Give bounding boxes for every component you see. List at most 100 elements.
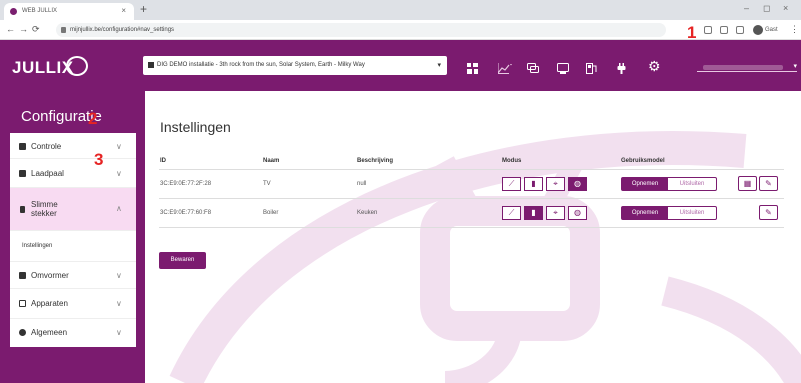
mode-plug-icon[interactable]: ▮ [524,206,543,220]
maximize-button[interactable]: ◻ [763,3,770,14]
chevron-down-icon: ∨ [116,328,122,337]
mode-chart-icon[interactable]: ⟋ [502,177,521,191]
logo: JULLIX [12,58,74,77]
address-bar: ← → ⟳ mijnjullix.be/configuration#nav_se… [0,20,801,40]
minimize-button[interactable]: – [744,3,749,13]
plug-icon[interactable] [617,63,626,77]
sidebar-item-label: Laadpaal [31,169,64,178]
gear-icon[interactable]: ⚙ [648,59,661,73]
chevron-up-icon: ∧ [116,204,122,213]
annotation-marker-1: 1 [687,23,697,42]
row-description: null [357,181,367,187]
sidebar-item-label: Controle [31,142,62,151]
mode-plug-icon[interactable]: ▮ [524,177,543,191]
gear-icon [19,329,26,336]
user-select[interactable]: ▾ [697,63,797,72]
extension-icon[interactable] [704,26,712,34]
row-id: 3C:E9:0E:77:2F:28 [160,181,212,187]
sidebar-item-apparaten[interactable]: Apparaten ∨ [10,289,136,319]
table-header-divider [159,169,784,170]
chevron-down-icon: ∨ [116,169,122,178]
sidebar: Configuratie Controle ∨ Laadpaal ∨ Slimm… [0,91,145,383]
mode-schedule-icon[interactable]: ⌖ [546,206,565,220]
charger-icon [19,170,26,177]
home-icon [148,62,154,68]
usage-off-button[interactable]: Uitsluiten [668,178,716,190]
profile-label: Gast [765,27,778,33]
browser-tab[interactable]: WEB JULLIX × [4,3,134,20]
logo-mark-icon [66,56,88,76]
mode-toggle-group: ⟋ ▮ ⌖ ◍ [502,177,602,191]
row-name: Boiler [263,210,279,216]
sidebar-subitem-instellingen[interactable]: Instellingen [10,231,136,262]
url-field[interactable]: mijnjullix.be/configuration#nav_settings [56,23,666,37]
location-select[interactable]: DIG DEMO installatie - 3th rock from the… [143,56,447,75]
sidebar-menu: Controle ∨ Laadpaal ∨ Slimme stekker ∧ I… [10,133,136,347]
row-divider [159,198,784,199]
user-name-redacted [703,65,783,70]
sidebar-item-controle[interactable]: Controle ∨ [10,133,136,159]
sidebar-subitem-label: Instellingen [22,243,53,249]
column-header-gebruiksmodel: Gebruiksmodel [621,158,665,164]
sidebar-item-slimme-stekker[interactable]: Slimme stekker ∧ [10,188,136,231]
sidebar-item-label: Apparaten [31,299,68,308]
chevron-down-icon: ▾ [793,63,797,70]
mode-auto-icon[interactable]: ◍ [568,206,587,220]
calendar-icon[interactable]: ▦ [738,176,757,191]
devices-icon[interactable] [557,63,569,77]
mode-auto-icon[interactable]: ◍ [568,177,587,191]
chart-icon[interactable] [497,63,512,77]
row-id: 3C:E9:0E:77:60:F8 [160,210,212,216]
profile-avatar[interactable] [753,25,763,35]
charger-icon[interactable] [586,63,597,77]
chart-icon [19,143,26,150]
usage-model-toggle: Opnemen Uitsluiten [621,177,717,191]
sidebar-item-algemeen[interactable]: Algemeen ∨ [10,319,136,347]
forward-icon[interactable]: → [19,24,28,34]
mode-schedule-icon[interactable]: ⌖ [546,177,565,191]
chevron-down-icon: ∨ [116,299,122,308]
app-header: JULLIX DIG DEMO installatie - 3th rock f… [0,40,801,91]
page-title: Instellingen [160,119,231,135]
main-content: Instellingen ID Naam Beschrijving Modus … [145,91,801,383]
mode-toggle-group: ⟋ ▮ ⌖ ◍ [502,206,602,220]
column-header-naam: Naam [263,158,280,164]
sidebar-item-laadpaal[interactable]: Laadpaal ∨ [10,159,136,188]
window-close-button[interactable]: × [783,3,788,13]
back-icon[interactable]: ← [6,24,15,34]
chat-icon[interactable] [527,63,539,77]
usage-off-button[interactable]: Uitsluiten [668,207,716,219]
chevron-down-icon: ∨ [116,142,122,151]
edit-icon[interactable]: ✎ [759,205,778,220]
reload-icon[interactable]: ⟳ [32,24,40,35]
location-text: DIG DEMO installatie - 3th rock from the… [157,62,365,68]
sidebar-item-label: Slimme stekker [31,200,58,218]
usage-on-button[interactable]: Opnemen [622,207,668,219]
inverter-icon [19,272,26,279]
column-header-id: ID [160,158,166,164]
sidebar-item-omvormer[interactable]: Omvormer ∨ [10,262,136,289]
row-name: TV [263,181,271,187]
sidepanel-icon[interactable] [736,26,744,34]
usage-model-toggle: Opnemen Uitsluiten [621,206,717,220]
annotation-marker-3: 3 [94,150,104,169]
dashboard-icon[interactable] [467,63,478,77]
usage-on-button[interactable]: Opnemen [622,178,668,190]
reading-list-icon[interactable] [720,26,728,34]
sidebar-item-label: Algemeen [31,328,68,337]
edit-icon[interactable]: ✎ [759,176,778,191]
tab-title: WEB JULLIX [22,8,58,14]
sidebar-item-label: Omvormer [31,271,69,280]
save-button[interactable]: Bewaren [159,252,206,269]
row-description: Keuken [357,210,378,216]
plug-watermark-icon [169,131,801,383]
tab-close-icon[interactable]: × [121,6,126,15]
favicon-icon [10,8,17,15]
plug-icon [20,206,25,213]
browser-menu-icon[interactable]: ⋮ [790,24,799,35]
new-tab-button[interactable]: + [140,2,147,16]
column-header-modus: Modus [502,158,522,164]
mode-chart-icon[interactable]: ⟋ [502,206,521,220]
browser-tabbar: WEB JULLIX × + – ◻ × [0,0,801,20]
annotation-marker-2: 2 [88,109,98,128]
